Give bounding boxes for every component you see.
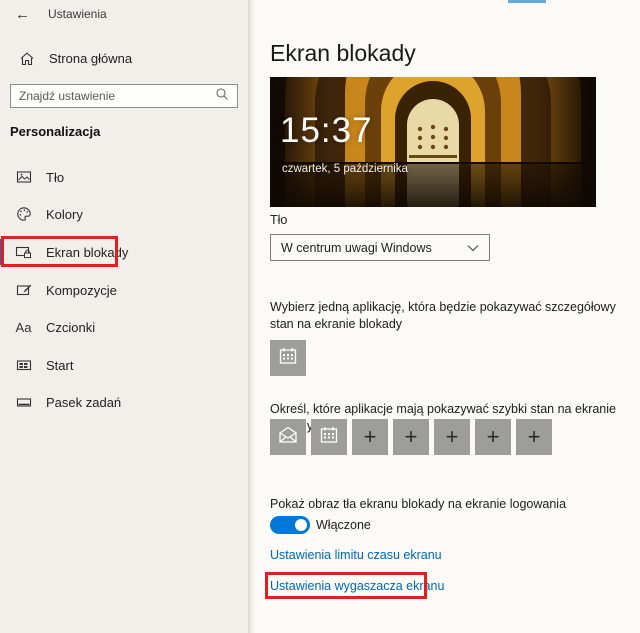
sidebar-item-label: Czcionki [46, 320, 95, 335]
plus-icon: + [528, 426, 541, 448]
sidebar-item-label: Ekran blokady [46, 245, 128, 260]
settings-sidebar: ← Ustawienia Strona główna Personalizacj… [0, 0, 250, 633]
quick-status-tile-add-2[interactable]: + [393, 419, 429, 455]
chevron-down-icon [467, 239, 479, 257]
search-icon [215, 87, 229, 106]
sidebar-item-label: Start [46, 358, 73, 373]
home-icon [18, 50, 35, 67]
preview-clock-date: czwartek, 5 października [282, 163, 408, 175]
sidebar-item-label: Pasek zadań [46, 395, 121, 410]
background-dropdown-value: W centrum uwagi Windows [281, 241, 467, 255]
sidebar-divider [248, 0, 256, 633]
screensaver-settings-link[interactable]: Ustawienia wygaszacza ekranu [270, 579, 444, 593]
quick-status-tile-mail[interactable] [270, 419, 306, 455]
sidebar-item-start[interactable]: Start [0, 350, 248, 380]
calendar-icon [319, 425, 339, 450]
quick-status-tile-add-3[interactable]: + [434, 419, 470, 455]
sidebar-item-lock-screen[interactable]: Ekran blokady [0, 237, 248, 267]
window-title: Ustawienia [48, 7, 107, 21]
palette-icon [15, 206, 32, 223]
sidebar-item-label: Tło [46, 170, 64, 185]
sidebar-item-label: Kolory [46, 207, 83, 222]
search-settings-box[interactable] [10, 84, 238, 108]
sidebar-item-fonts[interactable]: Aa Czcionki [0, 312, 248, 342]
quick-status-tile-add-4[interactable]: + [475, 419, 511, 455]
toggle-state-label: Włączone [316, 518, 371, 532]
sidebar-item-taskbar[interactable]: Pasek zadań [0, 387, 248, 417]
quick-status-tile-add-5[interactable]: + [516, 419, 552, 455]
plus-icon: + [364, 426, 377, 448]
sidebar-item-background[interactable]: Tło [0, 162, 248, 192]
page-title: Ekran blokady [270, 40, 416, 67]
quick-status-tile-calendar[interactable] [311, 419, 347, 455]
plus-icon: + [487, 426, 500, 448]
sidebar-item-home[interactable]: Strona główna [18, 50, 132, 67]
start-tiles-icon [15, 357, 32, 374]
preview-clock-time: 15:37 [280, 111, 373, 151]
sidebar-item-colors[interactable]: Kolory [0, 199, 248, 229]
selected-item-accent-bar [0, 239, 4, 265]
plus-icon: + [405, 426, 418, 448]
mail-icon [277, 425, 299, 450]
background-dropdown[interactable]: W centrum uwagi Windows [270, 234, 490, 261]
plus-icon: + [446, 426, 459, 448]
login-background-text: Pokaż obraz tła ekranu blokady na ekrani… [270, 496, 620, 513]
background-icon [15, 169, 32, 186]
top-edge-blue-bar [508, 0, 546, 3]
section-label-personalization: Personalizacja [10, 124, 100, 139]
back-arrow-icon[interactable]: ← [15, 6, 37, 24]
quick-status-tile-add-1[interactable]: + [352, 419, 388, 455]
sidebar-item-label: Kompozycje [46, 283, 117, 298]
search-input[interactable] [19, 89, 215, 103]
taskbar-icon [15, 394, 32, 411]
sidebar-home-label: Strona główna [49, 51, 132, 66]
background-dropdown-label: Tło [270, 213, 287, 227]
toggle-knob [295, 519, 307, 531]
lock-screen-preview-image: 15:37 czwartek, 5 października [270, 77, 596, 207]
themes-icon [15, 282, 32, 299]
fonts-icon: Aa [15, 319, 32, 336]
sidebar-item-themes[interactable]: Kompozycje [0, 275, 248, 305]
calendar-icon [278, 346, 298, 371]
login-background-toggle[interactable] [270, 516, 310, 534]
detailed-status-app-button[interactable] [270, 340, 306, 376]
screen-timeout-settings-link[interactable]: Ustawienia limitu czasu ekranu [270, 548, 442, 562]
lock-screen-icon [15, 244, 32, 261]
detailed-status-text: Wybierz jedną aplikację, która będzie po… [270, 299, 620, 333]
